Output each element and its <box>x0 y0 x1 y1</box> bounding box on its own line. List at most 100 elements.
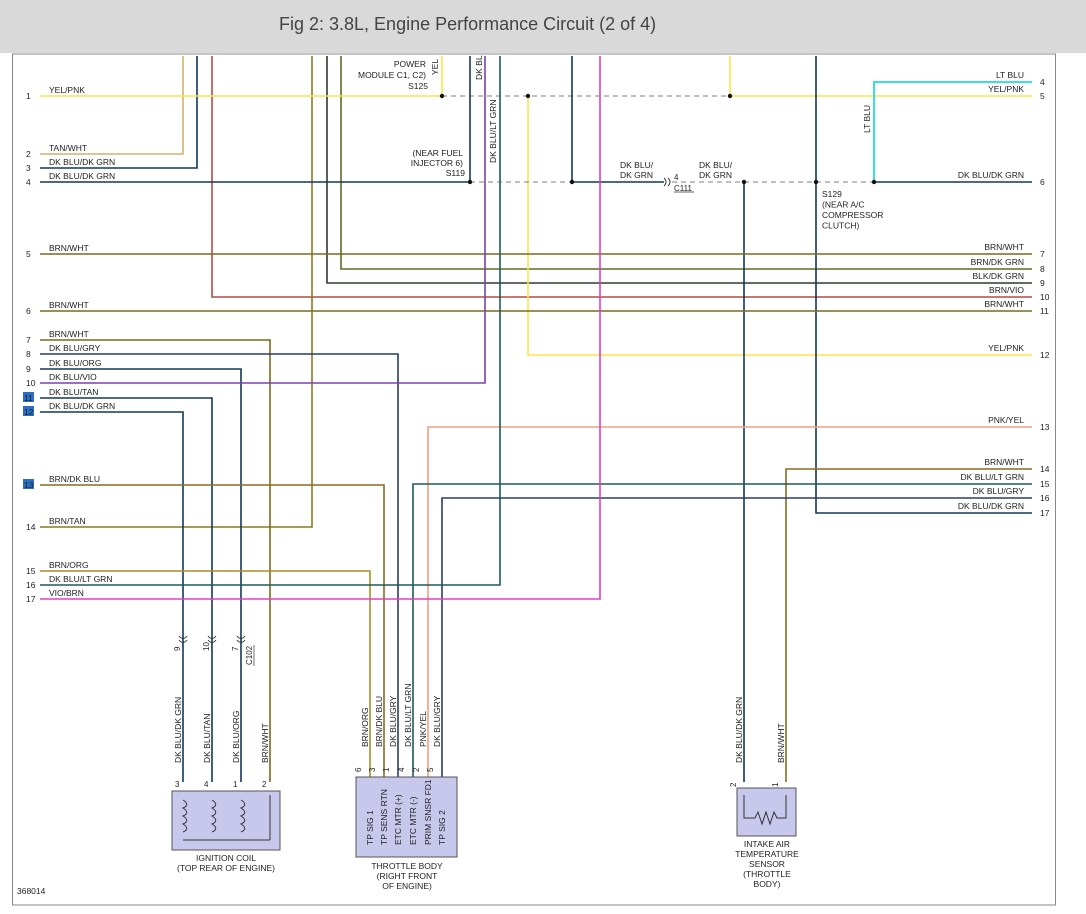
s125-id: S125 <box>408 81 428 91</box>
splice-dot <box>467 179 473 185</box>
wire-label-lt-blu: LT BLU <box>862 105 872 133</box>
wire-label-yel: YEL <box>430 59 440 75</box>
s125-label: MODULE C1, C2) <box>358 70 426 80</box>
right-pin-number: 9 <box>1040 278 1045 288</box>
tb-wire-label: DK BLU/GRY <box>388 695 398 747</box>
throttle-body-name: (RIGHT FRONT <box>377 871 438 881</box>
tb-wire-label: BRN/ORG <box>360 707 370 747</box>
right-pin-number: 8 <box>1040 264 1045 274</box>
right-wire-label: DK BLU/DK GRN <box>958 501 1024 511</box>
tb-internal-label: TP SENS RTN <box>379 789 389 845</box>
right-wire-label: YEL/PNK <box>988 84 1024 94</box>
right-wire-label: BRN/WHT <box>984 242 1024 252</box>
c111-wire-label: DK BLU/ <box>699 160 733 170</box>
splice-dot <box>741 179 747 185</box>
right-wire-label: BRN/DK GRN <box>971 257 1024 267</box>
left-wire-label: BRN/WHT <box>49 329 89 339</box>
left-wire-label: DK BLU/DK GRN <box>49 157 115 167</box>
tb-wire-label: DK BLU/LT GRN <box>403 684 413 747</box>
c111-connector-icon <box>663 177 671 187</box>
wire-vio-brn <box>40 56 601 600</box>
left-pin-number: 16 <box>26 580 36 590</box>
s129-label: (NEAR A/C <box>822 200 865 210</box>
right-pin-number: 17 <box>1040 508 1050 518</box>
iat-sensor-name: INTAKE AIR <box>744 839 790 849</box>
c102-pin: 9 <box>173 646 182 651</box>
c111-pin: 4 <box>674 173 679 182</box>
left-pin-number: 9 <box>26 364 31 374</box>
s119-label: (NEAR FUEL <box>412 148 463 158</box>
left-wire-label: BRN/TAN <box>49 516 86 526</box>
right-wire-label: PNK/YEL <box>988 415 1024 425</box>
right-wire-label: YEL/PNK <box>988 343 1024 353</box>
right-pin-number: 12 <box>1040 350 1050 360</box>
left-pin-number: 14 <box>26 522 36 532</box>
splice-dot <box>727 93 733 99</box>
left-pin-number: 6 <box>26 306 31 316</box>
left-pin-number: 4 <box>26 177 31 187</box>
tb-internal-label: ETC MTR (-) <box>408 796 418 845</box>
left-wire-label: TAN/WHT <box>49 143 87 153</box>
right-wire-label: DK BLU/LT GRN <box>961 472 1024 482</box>
wire-lt-blu <box>873 81 1032 182</box>
left-wire-label: DK BLU/VIO <box>49 372 97 382</box>
c102-pin: 10 <box>202 642 211 651</box>
right-wire-label: DK BLU/GRY <box>973 486 1025 496</box>
left-pin-number: 7 <box>26 335 31 345</box>
tb-pin: 2 <box>412 767 421 772</box>
left-pin-number: 2 <box>26 149 31 159</box>
wiring-diagram: 1 YEL/PNK 2 TAN/WHT 3 DK BLU/DK GRN 4 DK BLU/DK… <box>12 53 1056 906</box>
right-pin-number: 5 <box>1040 91 1045 101</box>
figure-id: 368014 <box>17 886 46 896</box>
left-wire-label: BRN/ORG <box>49 560 89 570</box>
iat-wire-label: DK BLU/DK GRN <box>734 697 744 763</box>
iat-sensor-name: (THROTTLE <box>743 869 791 879</box>
right-pin-number: 13 <box>1040 422 1050 432</box>
s129-label: COMPRESSOR <box>822 210 883 220</box>
left-wire-label: DK BLU/DK GRN <box>49 401 115 411</box>
throttle-body-name: THROTTLE BODY <box>371 861 443 871</box>
s129-label: CLUTCH) <box>822 221 859 231</box>
right-pin-number: 7 <box>1040 249 1045 259</box>
left-wire-label: DK BLU/LT GRN <box>49 574 112 584</box>
c102-id: C102 <box>245 645 254 665</box>
right-wire-label: BRN/VIO <box>989 285 1024 295</box>
iat-wire-label: BRN/WHT <box>776 723 786 763</box>
splice-dot <box>525 93 531 99</box>
right-pin-number: 10 <box>1040 292 1050 302</box>
splice-dot <box>871 179 877 185</box>
iat-sensor-name: SENSOR <box>749 859 785 869</box>
left-pin-number: 5 <box>26 249 31 259</box>
tb-wire-label: BRN/DK BLU <box>374 696 384 747</box>
wire-dkblu-ltgrn-15 <box>412 483 1032 782</box>
tb-internal-label: ETC MTR (+) <box>393 794 403 845</box>
left-pin-number: 8 <box>26 349 31 359</box>
right-pin-number: 16 <box>1040 493 1050 503</box>
tb-wire-label: PNK/YEL <box>418 711 428 747</box>
ignition-coil-name: (TOP REAR OF ENGINE) <box>177 863 275 873</box>
coil-wire-label: BRN/WHT <box>260 723 270 763</box>
left-wire-label: DK BLU/DK GRN <box>49 171 115 181</box>
left-pin-number: 12 <box>24 407 34 417</box>
right-wire-label: BRN/WHT <box>984 299 1024 309</box>
left-pin-number: 17 <box>26 594 36 604</box>
wire-yel-pnk-12 <box>527 96 1032 356</box>
c111-id: C111 <box>674 184 692 193</box>
splice-dot <box>439 93 445 99</box>
right-pin-number: 15 <box>1040 479 1050 489</box>
coil-wire-label: DK BLU/TAN <box>202 714 212 763</box>
iat-pin: 2 <box>729 782 738 787</box>
wire-brn-tan <box>40 56 313 528</box>
iat-sensor-name: TEMPERATURE <box>735 849 799 859</box>
left-wire-label: VIO/BRN <box>49 588 84 598</box>
coil-pin: 3 <box>175 780 180 789</box>
wire-dkblu-vio-10 <box>40 56 486 384</box>
s129-label: S129 <box>822 189 842 199</box>
left-pin-number: 3 <box>26 163 31 173</box>
wire-label-dkbl: DK BL <box>474 55 484 80</box>
right-wire-label: DK BLU/DK GRN <box>958 170 1024 180</box>
s125-label: POWER <box>394 59 426 69</box>
iat-pin: 1 <box>771 782 780 787</box>
c111-wire-label: DK GRN <box>620 170 653 180</box>
right-wire-label: LT BLU <box>996 70 1024 80</box>
